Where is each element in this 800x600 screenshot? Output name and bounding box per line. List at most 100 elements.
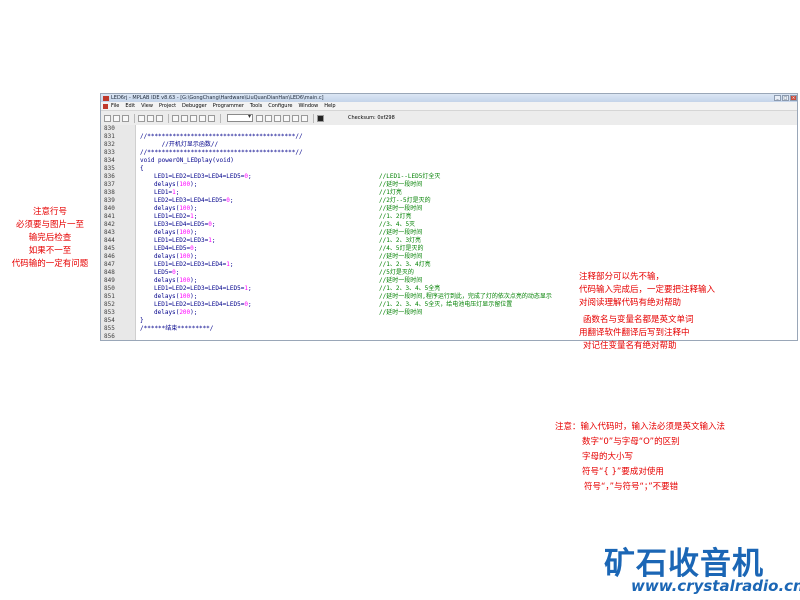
code-statement: LED1=LED2=LED3=LED4=LED5=1;: [154, 285, 252, 292]
note-line: 必须要与图片一至: [15, 220, 84, 230]
find-icon[interactable]: [181, 114, 188, 122]
copy-icon[interactable]: [147, 114, 154, 122]
close-button[interactable]: ×: [790, 95, 797, 101]
menu-debugger[interactable]: Debugger: [182, 103, 207, 109]
line-number: 843: [104, 229, 115, 236]
code-line[interactable]: 834 void powerON_LEDplay(void): [101, 157, 797, 165]
code-statement: LED1=LED2=LED3=LED4=1;: [154, 261, 234, 268]
code-line[interactable]: 839 LED2=LED3=LED4=LED5=0; //2灯--5灯是灭的: [101, 197, 797, 205]
menu-file[interactable]: File: [111, 103, 119, 109]
input-method-note: 注意：输入代码时，输入法必须是英文输入法 数字“0”与字母“O”的区别 字母的大…: [555, 420, 725, 495]
program-icon[interactable]: [292, 114, 299, 122]
stop-icon[interactable]: [301, 114, 308, 122]
code-comment: //4、5灯是灭的: [379, 245, 424, 252]
maximize-button[interactable]: □: [782, 95, 789, 101]
menu-view[interactable]: View: [141, 103, 153, 109]
note-line: 函数名与变量名都是英文单词: [583, 315, 694, 326]
toolbar: Checksum: 0xf298: [101, 111, 797, 126]
menu-window[interactable]: Window: [298, 103, 318, 109]
help-icon[interactable]: [208, 114, 215, 122]
menu-help[interactable]: Help: [324, 103, 335, 109]
code-line[interactable]: 840 delays(100); //延时一段时间: [101, 205, 797, 213]
line-number: 844: [104, 237, 115, 244]
line-number: 840: [104, 205, 115, 212]
note-line: 数字“0”与字母“O”的区别: [582, 437, 680, 447]
code-line[interactable]: 837 delays(100); //延时一段时间: [101, 181, 797, 189]
debug-icon[interactable]: [283, 114, 290, 122]
menu-programmer[interactable]: Programmer: [213, 103, 244, 109]
toolbar-divider: [313, 113, 314, 123]
code-line[interactable]: 846 delays(100); //延时一段时间: [101, 253, 797, 261]
window-title: LED6rj - MPLAB IDE v8.63 - [G:\GongChang…: [111, 95, 324, 101]
build-config-select[interactable]: [227, 113, 253, 122]
note-line: 对记住变量名有绝对帮助: [583, 340, 677, 351]
line-number: 847: [104, 261, 115, 268]
code-line[interactable]: 833 //***********************************…: [101, 149, 797, 157]
toolbar-divider: [134, 113, 135, 123]
code-line[interactable]: 841 LED1=LED2=1; //1、2灯亮: [101, 213, 797, 221]
note-line: 注释部分可以先不输，: [579, 272, 665, 282]
window-titlebar[interactable]: LED6rj - MPLAB IDE v8.63 - [G:\GongChang…: [101, 94, 797, 102]
note-line: 代码输的一定有问题: [11, 259, 89, 269]
code-line[interactable]: 835 {: [101, 165, 797, 173]
note-line: 字母的大小写: [582, 452, 634, 462]
code-line[interactable]: 843 delays(100); //延时一段时间: [101, 229, 797, 237]
toolbar-divider: [220, 113, 221, 123]
checksum-label: Checksum:: [348, 115, 376, 121]
paste-icon[interactable]: [156, 114, 163, 122]
note-line: 如果不一至: [28, 246, 72, 256]
code-line[interactable]: 847 LED1=LED2=LED3=LED4=1; //1、2、3、4灯亮: [101, 261, 797, 269]
line-number: 848: [104, 269, 115, 276]
cut-icon[interactable]: [138, 114, 145, 122]
code-comment: //LED1--LED5灯全灭: [379, 173, 441, 180]
build-icon[interactable]: [256, 114, 263, 122]
code-line[interactable]: 838 LED1=1; //1灯亮: [101, 189, 797, 197]
code-comment: //5灯是灭的: [379, 269, 414, 276]
menu-bar: File Edit View Project Debugger Programm…: [101, 102, 797, 111]
open-file-icon[interactable]: [113, 114, 120, 122]
note-line: 符号“，”与符号“；”不要错: [584, 482, 679, 492]
code-comment: //延时一段时间: [379, 205, 423, 212]
menu-project[interactable]: Project: [159, 103, 176, 109]
print-icon[interactable]: [172, 114, 179, 122]
line-number: 851: [104, 293, 115, 300]
code-line[interactable]: 836 LED1=LED2=LED3=LED4=LED5=0; //LED1--LE…: [101, 173, 797, 181]
line-number: 852: [104, 301, 115, 308]
build-all-icon[interactable]: [265, 114, 272, 122]
line-number: 855: [104, 325, 115, 332]
code-statement: LED5=0;: [154, 269, 180, 276]
code-comment: //延时一段时间,程序运行到此，完成了灯的依次点亮的动态显示: [379, 293, 552, 300]
line-number: 835: [104, 165, 115, 172]
code-line[interactable]: 842 LED3=LED4=LED5=0; //3、4、5灭: [101, 221, 797, 229]
line-number-note: 注意行号 必须要与图片一至 输完后检查 如果不一至 代码输的一定有问题: [0, 206, 100, 271]
find-next-icon[interactable]: [190, 114, 197, 122]
line-number: 834: [104, 157, 115, 164]
line-number: 830: [104, 125, 115, 132]
line-number: 833: [104, 149, 115, 156]
code-text: //**************************************…: [140, 133, 303, 140]
code-line[interactable]: 830: [101, 125, 797, 133]
new-file-icon[interactable]: [104, 114, 111, 122]
menu-edit[interactable]: Edit: [125, 103, 135, 109]
mplab-app-icon: [103, 95, 109, 101]
code-text: void powerON_LEDplay(void): [140, 157, 234, 164]
code-text: }: [140, 317, 144, 324]
save-icon[interactable]: [122, 114, 129, 122]
code-text: //**************************************…: [140, 149, 303, 156]
line-number: 849: [104, 277, 115, 284]
code-comment: //1、2、3、4灯亮: [379, 261, 431, 268]
code-line[interactable]: 832 //开机灯显示函数//: [101, 141, 797, 149]
window-icon[interactable]: [317, 114, 324, 122]
note-line: 代码输入完成后，一定要把注释输入: [579, 284, 716, 295]
make-icon[interactable]: [274, 114, 281, 122]
bookmark-icon[interactable]: [199, 114, 206, 122]
code-comment: //延时一段时间: [379, 229, 423, 236]
code-comment: //延时一段时间: [379, 309, 423, 316]
minimize-button[interactable]: _: [774, 95, 781, 101]
code-line[interactable]: 845 LED4=LED5=0; //4、5灯是灭的: [101, 245, 797, 253]
code-statement: delays(100);: [154, 277, 198, 284]
code-line[interactable]: 831 //***********************************…: [101, 133, 797, 141]
menu-configure[interactable]: Configure: [268, 103, 292, 109]
code-line[interactable]: 844 LED1=LED2=LED3=1; //1、2、3灯亮: [101, 237, 797, 245]
menu-tools[interactable]: Tools: [250, 103, 262, 109]
